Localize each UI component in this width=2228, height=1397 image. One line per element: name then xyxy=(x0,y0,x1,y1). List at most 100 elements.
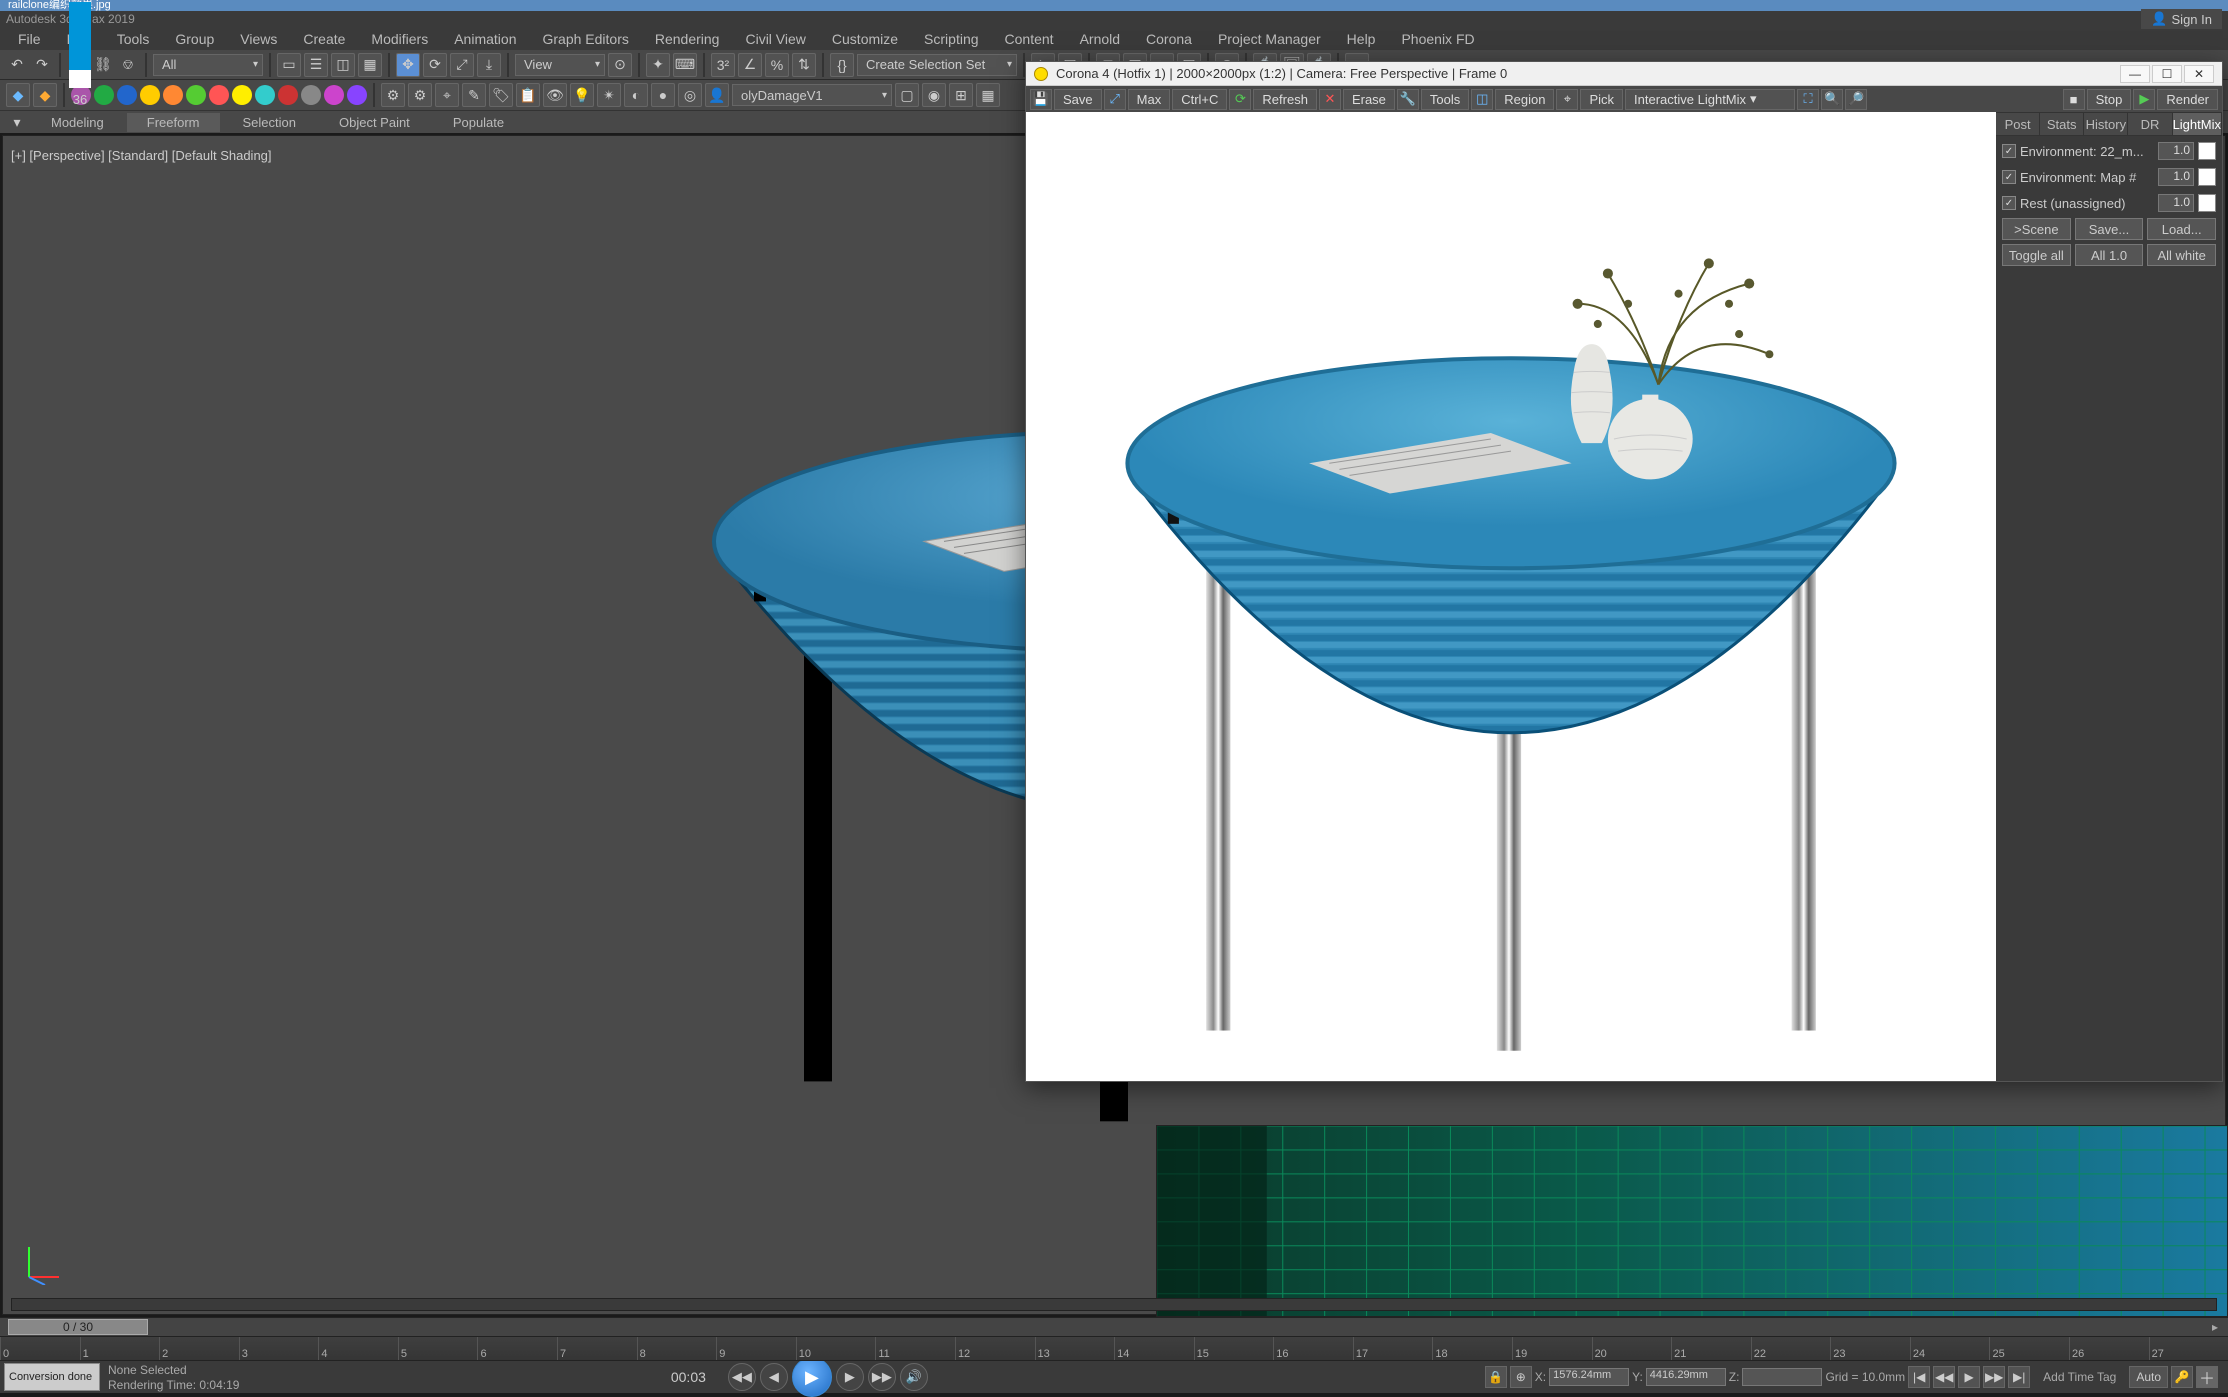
menu-help[interactable]: Help xyxy=(1335,29,1388,49)
edit-selset-icon[interactable]: {} xyxy=(830,53,854,77)
all-white-button[interactable]: All white xyxy=(2147,244,2216,266)
snap-toggle-icon[interactable]: 3² xyxy=(711,53,735,77)
ruler-tick[interactable]: 18 xyxy=(1432,1337,1512,1360)
tool-icon[interactable]: 📋 xyxy=(516,83,540,107)
poly-damage-dropdown[interactable]: olyDamageV1 xyxy=(732,84,892,106)
menu-scripting[interactable]: Scripting xyxy=(912,29,990,49)
ruler-tick[interactable]: 12 xyxy=(955,1337,1035,1360)
erase-button[interactable]: Erase xyxy=(1343,89,1395,110)
scale-icon[interactable]: ⤢ xyxy=(450,53,474,77)
dot-icon[interactable] xyxy=(209,85,229,105)
scene-button[interactable]: >Scene xyxy=(2002,218,2071,240)
tools-wrench-icon[interactable]: 🔧 xyxy=(1397,89,1419,110)
bind-icon[interactable]: ⎊ xyxy=(117,53,139,77)
lightmix-dropdown[interactable]: Interactive LightMix ▾ xyxy=(1625,89,1795,110)
ruler-tick[interactable]: 2 xyxy=(159,1337,239,1360)
ruler-tick[interactable]: 19 xyxy=(1512,1337,1592,1360)
zoom-in-icon[interactable]: 🔍 xyxy=(1821,89,1843,110)
keyboard-icon[interactable]: ⌨ xyxy=(673,53,697,77)
viewport-label[interactable]: [+] [Perspective] [Standard] [Default Sh… xyxy=(11,148,272,163)
frame-slider-handle[interactable]: 0 / 30 xyxy=(8,1319,148,1335)
ruler-tick[interactable]: 13 xyxy=(1035,1337,1115,1360)
tab-stats[interactable]: Stats xyxy=(2040,113,2084,135)
ruler-tick[interactable]: 22 xyxy=(1751,1337,1831,1360)
tool-icon[interactable]: ✎ xyxy=(462,83,486,107)
ruler-tick[interactable]: 17 xyxy=(1353,1337,1433,1360)
ruler-tick[interactable]: 15 xyxy=(1194,1337,1274,1360)
ruler-tick[interactable]: 6 xyxy=(477,1337,557,1360)
env2-value[interactable]: 1.0 xyxy=(2158,168,2194,186)
tool-icon[interactable]: 🏷 xyxy=(489,83,513,107)
tool-icon[interactable]: ▢ xyxy=(895,83,919,107)
menu-file[interactable]: File xyxy=(6,29,53,49)
step-back-button[interactable]: ◀ xyxy=(760,1363,788,1391)
ruler-tick[interactable]: 3 xyxy=(239,1337,319,1360)
rest-swatch[interactable] xyxy=(2198,194,2216,212)
add-time-tag[interactable]: Add Time Tag xyxy=(2043,1370,2116,1384)
ribbon-freeform[interactable]: Freeform xyxy=(127,113,220,132)
dot-icon[interactable] xyxy=(186,85,206,105)
pick-button[interactable]: Pick xyxy=(1580,89,1623,110)
angle-snap-icon[interactable]: ∠ xyxy=(738,53,762,77)
tool-icon[interactable]: ⚙ xyxy=(381,83,405,107)
lightmix-save-button[interactable]: Save... xyxy=(2075,218,2144,240)
zoom-out-icon[interactable]: 🔎 xyxy=(1845,89,1867,110)
move-icon[interactable]: ✥ xyxy=(396,53,420,77)
corona-vfb-window[interactable]: Corona 4 (Hotfix 1) | 2000×2000px (1:2) … xyxy=(1025,61,2223,1082)
menu-corona[interactable]: Corona xyxy=(1134,29,1204,49)
dot-icon[interactable] xyxy=(140,85,160,105)
tab-dr[interactable]: DR xyxy=(2128,113,2172,135)
ruler-tick[interactable]: 0 xyxy=(0,1337,80,1360)
tools-button[interactable]: Tools xyxy=(1421,89,1469,110)
refresh-icon[interactable]: ⟳ xyxy=(1229,89,1251,110)
toggle-all-button[interactable]: Toggle all xyxy=(2002,244,2071,266)
ruler-tick[interactable]: 25 xyxy=(1989,1337,2069,1360)
select-icon[interactable]: ▭ xyxy=(277,53,301,77)
ribbon-populate[interactable]: Populate xyxy=(433,113,524,132)
tool-icon[interactable]: ⌖ xyxy=(435,83,459,107)
tool-icon[interactable]: ⊞ xyxy=(949,83,973,107)
tab-lightmix[interactable]: LightMix xyxy=(2173,113,2222,135)
viewport-scrollbar[interactable] xyxy=(11,1298,2217,1311)
tool-icon[interactable]: ▦ xyxy=(976,83,1000,107)
tool-icon[interactable]: ✴ xyxy=(597,83,621,107)
dot-icon[interactable] xyxy=(301,85,321,105)
region-rect-icon[interactable]: ◫ xyxy=(331,53,355,77)
placement-icon[interactable]: ⤓ xyxy=(477,53,501,77)
checkbox-env2[interactable]: ✓ xyxy=(2002,170,2016,184)
next-button[interactable]: ▶▶ xyxy=(868,1363,896,1391)
render-button[interactable]: Render xyxy=(2157,89,2218,110)
close-icon[interactable]: ✕ xyxy=(2184,65,2214,83)
play-anim-icon[interactable]: ▶ xyxy=(1958,1366,1980,1388)
rotate-icon[interactable]: ⟳ xyxy=(423,53,447,77)
zoom-fit-icon[interactable]: ⛶ xyxy=(1797,89,1819,110)
ruler-tick[interactable]: 24 xyxy=(1910,1337,1990,1360)
dot-icon[interactable] xyxy=(278,85,298,105)
region-box-icon[interactable]: ◫ xyxy=(1471,89,1493,110)
checkbox-env1[interactable]: ✓ xyxy=(2002,144,2016,158)
ruler-tick[interactable]: 27 xyxy=(2149,1337,2228,1360)
tool-icon[interactable]: ◐ xyxy=(624,83,648,107)
tool-icon[interactable]: ◉ xyxy=(922,83,946,107)
all-1-button[interactable]: All 1.0 xyxy=(2075,244,2144,266)
window-crossing-icon[interactable]: ▦ xyxy=(358,53,382,77)
menu-content[interactable]: Content xyxy=(993,29,1066,49)
sign-in-button[interactable]: 👤 Sign In xyxy=(2141,9,2222,29)
slider-arrow-icon[interactable]: ▸ xyxy=(2212,1320,2218,1334)
redo-icon[interactable]: ↷ xyxy=(31,53,53,77)
menu-group[interactable]: Group xyxy=(163,29,226,49)
lightmix-load-button[interactable]: Load... xyxy=(2147,218,2216,240)
tool-icon[interactable]: 👤 xyxy=(705,83,729,107)
save-dropdown-icon[interactable]: 💾 xyxy=(1030,89,1052,110)
y-field[interactable]: 4416.29mm xyxy=(1646,1368,1726,1386)
ruler-tick[interactable]: 4 xyxy=(318,1337,398,1360)
region-button[interactable]: Region xyxy=(1495,89,1554,110)
env2-swatch[interactable] xyxy=(2198,168,2216,186)
selection-lock-icon[interactable]: ⊕ xyxy=(1510,1366,1532,1388)
selection-filter-dropdown[interactable]: All xyxy=(153,54,263,76)
stop-square-icon[interactable]: ■ xyxy=(2063,89,2085,110)
use-center-icon[interactable]: ⊙ xyxy=(608,53,632,77)
render-play-icon[interactable]: ▶ xyxy=(2133,89,2155,110)
ruler-tick[interactable]: 21 xyxy=(1671,1337,1751,1360)
play-button[interactable]: ▶ xyxy=(792,1357,832,1397)
